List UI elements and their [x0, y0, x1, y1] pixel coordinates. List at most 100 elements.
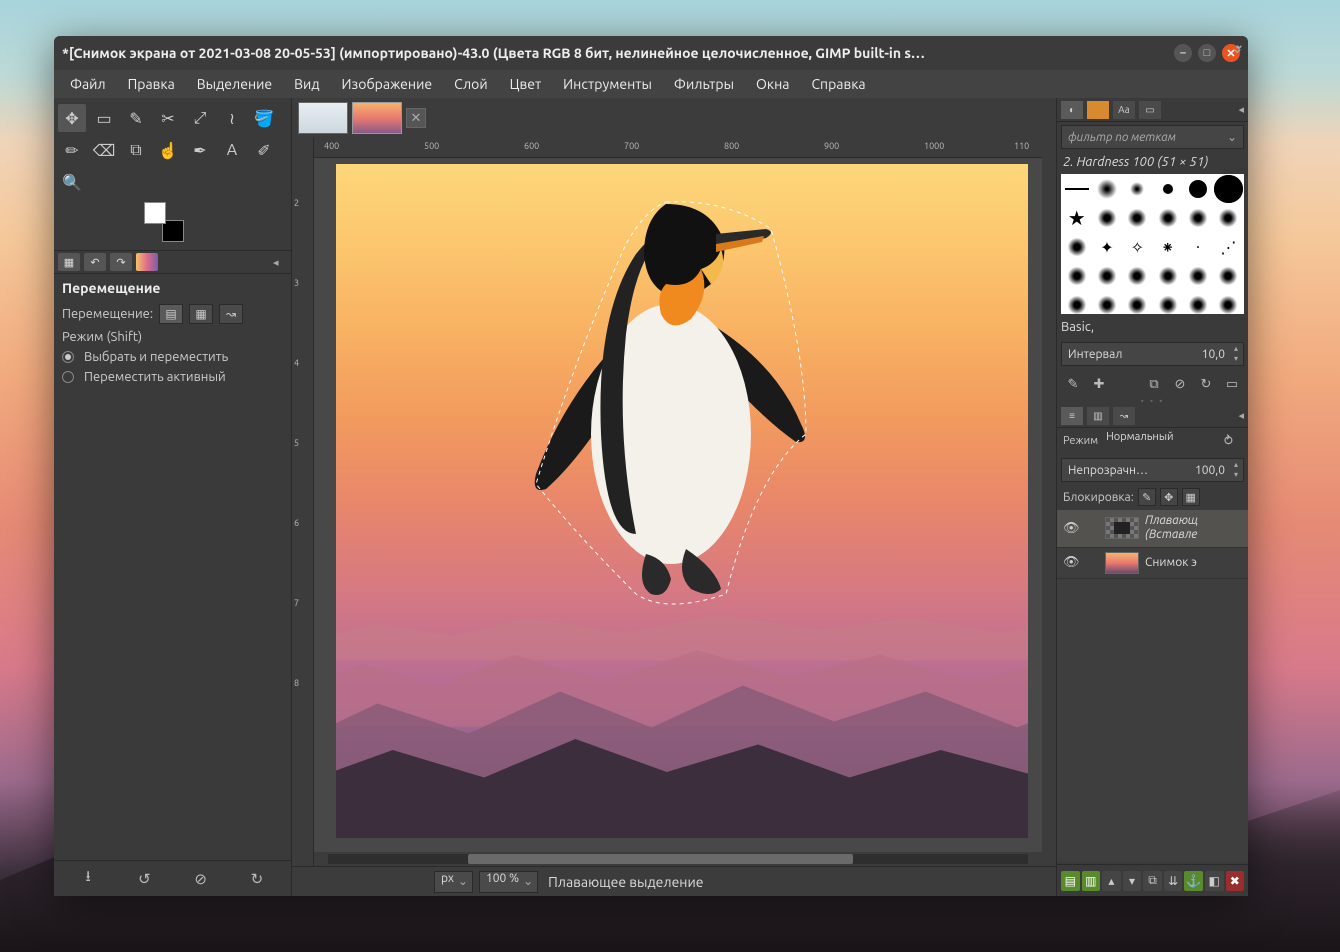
radio-pick-move[interactable]: Выбрать и переместить: [62, 350, 283, 364]
foreground-color-swatch[interactable]: [144, 202, 166, 224]
mode-switch-icon[interactable]: ⥁: [1224, 434, 1242, 449]
device-status-tab-icon[interactable]: ↶: [84, 253, 106, 271]
fonts-tab-icon[interactable]: Aa: [1113, 101, 1135, 119]
tool-options-tab-icon[interactable]: ▦: [58, 253, 80, 271]
brushes-tab-icon[interactable]: ◐: [1061, 101, 1083, 119]
duplicate-layer-icon[interactable]: ⧉: [1143, 871, 1162, 891]
duplicate-brush-icon[interactable]: ⧉: [1144, 374, 1164, 394]
move-target-path-icon[interactable]: ↝: [219, 304, 243, 324]
crop-tool-icon[interactable]: ✂: [154, 104, 182, 132]
horizontal-scrollbar[interactable]: [314, 852, 1042, 866]
menu-file[interactable]: Файл: [60, 72, 116, 96]
dock-menu-icon[interactable]: ◂: [1238, 409, 1244, 422]
layer-mode-select[interactable]: Нормальный: [1102, 431, 1220, 451]
layer-up-icon[interactable]: ▴: [1102, 871, 1121, 891]
visibility-toggle-icon[interactable]: 👁: [1063, 521, 1079, 536]
lock-alpha-icon[interactable]: ▦: [1182, 488, 1200, 506]
new-brush-icon[interactable]: ✚: [1089, 374, 1109, 394]
move-tool-icon[interactable]: ✥: [58, 104, 86, 132]
zoom-tool-icon[interactable]: 🔍: [58, 168, 86, 196]
image-tab-2[interactable]: [352, 102, 402, 134]
paths-tab-icon[interactable]: ↝: [1113, 407, 1135, 425]
patterns-tab-icon[interactable]: [1087, 101, 1109, 119]
menu-color[interactable]: Цвет: [500, 72, 552, 96]
rect-select-tool-icon[interactable]: ▭: [90, 104, 118, 132]
visibility-toggle-icon[interactable]: 👁: [1063, 555, 1079, 570]
menu-filters[interactable]: Фильтры: [664, 72, 744, 96]
history-tab-icon[interactable]: ▭: [1139, 101, 1161, 119]
delete-layer-icon[interactable]: ✖: [1226, 871, 1245, 891]
layers-tab-icon[interactable]: ≡: [1061, 407, 1083, 425]
reset-preset-icon[interactable]: ↻: [245, 867, 269, 891]
clone-tool-icon[interactable]: ⧉: [122, 136, 150, 164]
delete-brush-icon[interactable]: ⊘: [1170, 374, 1190, 394]
layer-row-background[interactable]: 👁 Снимок э: [1057, 548, 1248, 579]
h-scroll-thumb[interactable]: [468, 854, 853, 864]
image-tab-close-icon[interactable]: ✕: [406, 108, 426, 128]
fg-bg-colors[interactable]: [144, 202, 184, 242]
anchor-layer-icon[interactable]: ⚓: [1184, 871, 1203, 891]
floating-selection-penguin[interactable]: [516, 174, 816, 614]
vertical-scrollbar[interactable]: [1042, 138, 1056, 866]
dock-menu-icon[interactable]: ◂: [1238, 103, 1244, 116]
gradients-tab-icon[interactable]: [136, 253, 158, 271]
menu-view[interactable]: Вид: [284, 72, 329, 96]
menu-layer[interactable]: Слой: [444, 72, 498, 96]
maximize-button[interactable]: □: [1198, 44, 1216, 62]
pencil-tool-icon[interactable]: ✏: [58, 136, 86, 164]
unit-select[interactable]: px: [434, 871, 473, 893]
menu-tools[interactable]: Инструменты: [553, 72, 662, 96]
horizontal-ruler[interactable]: 400 500 600 700 800 900 1000 110: [314, 138, 1042, 158]
move-target-layer-icon[interactable]: ▤: [159, 304, 183, 324]
save-preset-icon[interactable]: ⭳: [76, 867, 100, 891]
lock-position-icon[interactable]: ✥: [1160, 488, 1178, 506]
image-tab-1[interactable]: [298, 102, 348, 134]
minimize-button[interactable]: –: [1174, 44, 1192, 62]
layer-down-icon[interactable]: ▾: [1123, 871, 1142, 891]
layer-opacity-slider[interactable]: Непрозрачн… 100,0 ▴▾: [1061, 458, 1244, 482]
vertical-ruler[interactable]: 2 3 4 5 6 7 8: [292, 138, 314, 866]
move-target-selection-icon[interactable]: ▦: [189, 304, 213, 324]
color-picker-tool-icon[interactable]: ✐: [250, 136, 278, 164]
refresh-brushes-icon[interactable]: ↻: [1196, 374, 1216, 394]
restore-preset-icon[interactable]: ↺: [132, 867, 156, 891]
canvas[interactable]: [314, 158, 1042, 852]
layer-thumbnail[interactable]: [1105, 552, 1139, 574]
menu-edit[interactable]: Правка: [118, 72, 185, 96]
brush-grid[interactable]: ★ ✦ ✧ ⁕ · ⋰: [1061, 174, 1244, 314]
edit-brush-icon[interactable]: ✎: [1063, 374, 1083, 394]
radio-move-active[interactable]: Переместить активный: [62, 370, 283, 384]
brush-filter-input[interactable]: фильтр по меткам: [1061, 125, 1244, 149]
status-text: Плавающее выделение: [544, 874, 1050, 890]
merge-down-icon[interactable]: ⇊: [1164, 871, 1183, 891]
titlebar[interactable]: *[Снимок экрана от 2021-03-08 20-05-53] …: [54, 36, 1248, 70]
menu-help[interactable]: Справка: [801, 72, 875, 96]
channels-tab-icon[interactable]: ▥: [1087, 407, 1109, 425]
lock-pixels-icon[interactable]: ✎: [1138, 488, 1156, 506]
transform-tool-icon[interactable]: ⤢: [186, 104, 214, 132]
menu-image[interactable]: Изображение: [332, 72, 443, 96]
free-select-tool-icon[interactable]: ✎: [122, 104, 150, 132]
brush-spacing-slider[interactable]: Интервал 10,0 ▴▾: [1061, 342, 1244, 366]
new-layer-icon[interactable]: ▤: [1061, 871, 1080, 891]
path-tool-icon[interactable]: ✒: [186, 136, 214, 164]
layer-thumbnail[interactable]: [1105, 517, 1139, 539]
undo-history-tab-icon[interactable]: ↷: [110, 253, 132, 271]
eraser-tool-icon[interactable]: ⌫: [90, 136, 118, 164]
smudge-tool-icon[interactable]: ☝: [154, 136, 182, 164]
brush-preset-select[interactable]: Basic,: [1061, 320, 1244, 334]
dock-menu-icon[interactable]: ◂: [273, 256, 287, 269]
menu-windows[interactable]: Окна: [746, 72, 799, 96]
menu-select[interactable]: Выделение: [187, 72, 282, 96]
delete-preset-icon[interactable]: ⊘: [189, 867, 213, 891]
warp-tool-icon[interactable]: ≀: [218, 104, 246, 132]
text-tool-icon[interactable]: A: [218, 136, 246, 164]
new-layer-group-icon[interactable]: ▥: [1082, 871, 1101, 891]
mask-icon[interactable]: ◧: [1205, 871, 1224, 891]
bucket-fill-tool-icon[interactable]: 🪣: [250, 104, 278, 132]
open-as-image-icon[interactable]: ▭: [1222, 374, 1242, 394]
left-dock: ✥ ▭ ✎ ✂ ⤢ ≀ 🪣 ✏ ⌫ ⧉ ☝ ✒ A ✐ 🔍: [54, 98, 292, 896]
layer-row-floating[interactable]: 👁 Плавающ (Вставле: [1057, 510, 1248, 548]
brush-dock-tabs: ◐ Aa ▭ ◂: [1057, 98, 1248, 122]
zoom-select[interactable]: 100 %: [479, 871, 538, 893]
